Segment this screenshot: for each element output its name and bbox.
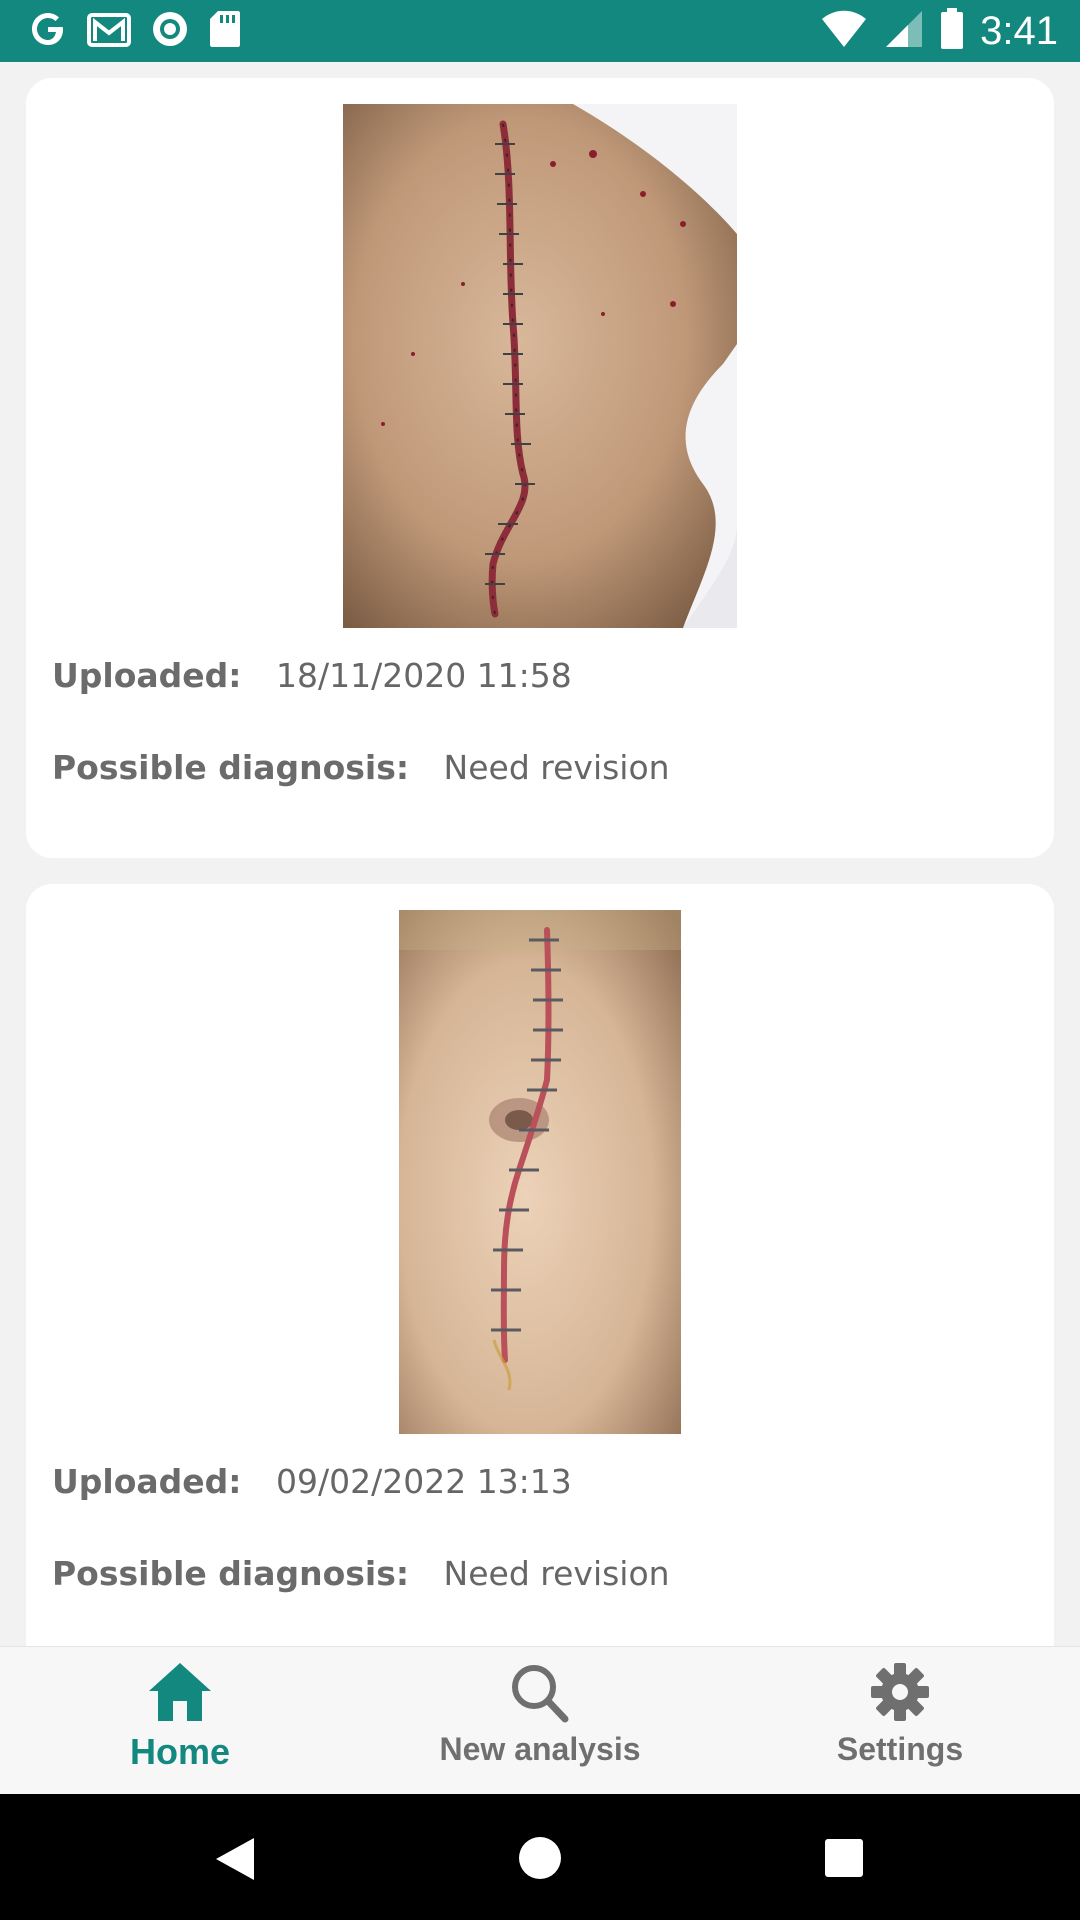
diagnosis-value: Need revision (443, 748, 670, 787)
home-circle-icon[interactable] (518, 1836, 562, 1884)
nav-settings-label: Settings (836, 1731, 964, 1767)
signal-icon (884, 9, 924, 53)
gmail-icon (86, 9, 132, 53)
analysis-card[interactable]: Uploaded: 09/02/2022 13:13 Possible diag… (26, 884, 1054, 1646)
battery-icon (940, 8, 964, 54)
uploaded-value: 09/02/2022 13:13 (276, 1462, 572, 1501)
circle-app-icon (150, 9, 190, 53)
uploaded-label: Uploaded: (52, 1462, 242, 1501)
diagnosis-value: Need revision (443, 1554, 670, 1593)
analysis-list[interactable]: Uploaded: 18/11/2020 11:58 Possible diag… (0, 62, 1080, 1646)
diagnosis-row: Possible diagnosis: Need revision (52, 1554, 670, 1593)
uploaded-row: Uploaded: 09/02/2022 13:13 (52, 1462, 572, 1501)
search-icon (390, 1661, 690, 1727)
wifi-icon (820, 9, 868, 53)
nav-settings[interactable]: Settings (750, 1661, 1050, 1768)
gear-icon (750, 1661, 1050, 1727)
nav-new-analysis-label: New analysis (439, 1731, 641, 1767)
diagnosis-row: Possible diagnosis: Need revision (52, 748, 670, 787)
system-navigation-bar (0, 1794, 1080, 1920)
back-icon[interactable] (214, 1836, 256, 1886)
diagnosis-label: Possible diagnosis: (52, 748, 410, 787)
uploaded-label: Uploaded: (52, 656, 242, 695)
wound-photo (399, 910, 681, 1434)
google-g-icon (28, 9, 68, 53)
nav-home[interactable]: Home (30, 1661, 330, 1773)
clock: 3:41 (980, 8, 1058, 53)
wound-photo (343, 104, 737, 628)
uploaded-row: Uploaded: 18/11/2020 11:58 (52, 656, 572, 695)
nav-new-analysis[interactable]: New analysis (390, 1661, 690, 1768)
uploaded-value: 18/11/2020 11:58 (276, 656, 572, 695)
bottom-navigation: Home New analysis Settings (0, 1646, 1080, 1795)
diagnosis-label: Possible diagnosis: (52, 1554, 410, 1593)
home-icon (30, 1661, 330, 1727)
analysis-card[interactable]: Uploaded: 18/11/2020 11:58 Possible diag… (26, 78, 1054, 858)
nav-home-label: Home (129, 1731, 231, 1772)
status-bar: 3:41 (0, 0, 1080, 62)
recents-icon[interactable] (824, 1838, 864, 1882)
sd-card-icon (208, 9, 242, 53)
